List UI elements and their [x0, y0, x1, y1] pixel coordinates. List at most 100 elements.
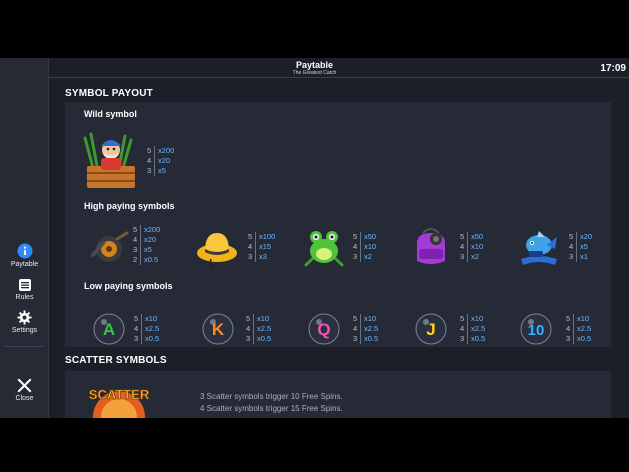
sidebar-item-label: Paytable	[10, 261, 39, 268]
symbol-letter: Q	[317, 320, 330, 339]
letter-j-bubble-icon: J	[415, 313, 447, 345]
page-title: Paytable	[295, 60, 334, 70]
payouts: 5 x200 4 x20 3 x5 2 x0.5	[133, 225, 160, 265]
payout-count: 2	[133, 255, 138, 264]
letter-k-bubble-icon: K	[202, 313, 234, 345]
payouts: 5 x10 4 x2.5 3 x0.5	[460, 314, 485, 344]
payout-count: 4	[248, 242, 253, 251]
sidebar-divider	[4, 346, 45, 347]
paytable-content[interactable]: SYMBOL PAYOUT Wild symbol 5 x200 4 x20 3…	[49, 79, 629, 418]
letter-q-bubble-icon: Q	[308, 313, 340, 345]
payout-count: 5	[460, 314, 465, 323]
letterbox-top	[0, 0, 629, 58]
payout-count: 3	[566, 334, 571, 343]
payout-count: 4	[353, 324, 358, 333]
symbol-letter: A	[103, 320, 115, 339]
payout-multiplier: x2	[364, 252, 372, 261]
payout-count: 5	[353, 232, 358, 241]
payout-count: 3	[353, 334, 358, 343]
payout-count: 4	[569, 242, 574, 251]
scatter-symbol-icon: SCATTER	[88, 387, 150, 418]
payouts: 5 x10 4 x2.5 3 x0.5	[134, 314, 159, 344]
sidebar-item-label: Settings	[11, 327, 38, 334]
payout-count: 3	[246, 334, 251, 343]
payout-count: 3	[460, 252, 465, 261]
symbol-low-10: 10 5 x10 4 x2.5 3 x0.5	[520, 313, 610, 345]
payouts: 5 x50 4 x10 3 x2	[460, 232, 483, 262]
symbol-low-j: J 5 x10 4 x2.5 3 x0.5	[415, 313, 505, 345]
game-title: The Greatest Catch	[292, 70, 337, 76]
wild-payouts: 5 x200 4 x20 3 x5	[147, 146, 174, 176]
payouts: 5 x50 4 x10 3 x2	[353, 232, 376, 262]
payout-multiplier: x50	[471, 232, 484, 241]
gear-icon	[17, 310, 32, 325]
payout-count: 3	[134, 334, 139, 343]
payout-count: 3	[460, 334, 465, 343]
payout-count: 5	[569, 232, 574, 241]
payout-multiplier: x10	[471, 314, 484, 323]
top-bar: Paytable The Greatest Catch 17:09	[0, 58, 629, 78]
payout-multiplier: x5	[158, 166, 166, 175]
fisherman-wild-icon	[83, 132, 135, 188]
sidebar-item-label: Rules	[15, 294, 34, 301]
payout-multiplier: x20	[158, 156, 171, 165]
payout-count: 5	[246, 314, 251, 323]
payout-multiplier: x2.5	[577, 324, 592, 333]
payout-count: 5	[566, 314, 571, 323]
payout-count: 4	[133, 235, 138, 244]
letter-a-bubble-icon: A	[93, 313, 125, 345]
sidebar-item-settings[interactable]: Settings	[0, 310, 49, 334]
payout-count: 5	[248, 232, 253, 241]
symbol-low-k: K 5 x10 4 x2.5 3 x0.5	[202, 313, 292, 345]
payout-multiplier: x10	[364, 314, 377, 323]
payout-multiplier: x2.5	[257, 324, 272, 333]
payouts: 5 x10 4 x2.5 3 x0.5	[566, 314, 591, 344]
payout-count: 5	[460, 232, 465, 241]
payout-count: 3	[147, 166, 152, 175]
letterbox-bottom	[0, 418, 629, 472]
payout-count: 5	[133, 225, 138, 234]
symbol-high-4: 5 x50 4 x10 3 x2	[409, 225, 505, 269]
sidebar-item-paytable[interactable]: Paytable	[0, 243, 49, 268]
svg-text:SCATTER: SCATTER	[89, 387, 150, 402]
payout-multiplier: x0.5	[577, 334, 592, 343]
payout-count: 4	[566, 324, 571, 333]
payout-count: 3	[248, 252, 253, 261]
payout-multiplier: x0.5	[364, 334, 379, 343]
symbol-high-2: 5 x100 4 x15 3 x3	[195, 225, 291, 269]
sidebar: Paytable Rules Settings Close	[0, 58, 49, 418]
payouts: 5 x100 4 x15 3 x3	[248, 232, 275, 262]
payout-multiplier: x10	[577, 314, 590, 323]
paytable-app: Paytable The Greatest Catch 17:09 Paytab…	[0, 58, 629, 418]
wild-heading: Wild symbol	[84, 109, 137, 119]
symbol-high-5: 5 x20 4 x5 3 x1	[517, 225, 613, 269]
payout-multiplier: x15	[259, 242, 272, 251]
payout-multiplier: x0.5	[145, 334, 160, 343]
payout-count: 3	[133, 245, 138, 254]
symbol-letter: J	[426, 320, 435, 339]
payout-multiplier: x2.5	[145, 324, 160, 333]
close-button[interactable]: Close	[0, 378, 49, 402]
letter-10-bubble-icon: 10	[520, 313, 552, 345]
payout-count: 5	[147, 146, 152, 155]
fish-icon	[521, 231, 557, 265]
tackle-bag-icon	[417, 228, 445, 264]
symbol-high-1: 5 x200 4 x20 3 x5 2 x0.5	[87, 225, 183, 269]
high-heading: High paying symbols	[84, 201, 175, 211]
payout-count: 5	[134, 314, 139, 323]
payout-multiplier: x10	[364, 242, 377, 251]
payout-multiplier: x200	[144, 225, 161, 234]
close-label: Close	[15, 395, 34, 402]
symbol-low-a: A 5 x10 4 x2.5 3 x0.5	[93, 313, 183, 345]
payout-count: 4	[246, 324, 251, 333]
payout-count: 5	[353, 314, 358, 323]
payout-multiplier: x0.5	[144, 255, 159, 264]
scatter-line: 4 Scatter symbols trigger 15 Free Spins.	[200, 404, 343, 413]
sidebar-item-rules[interactable]: Rules	[0, 278, 49, 301]
payout-multiplier: x0.5	[257, 334, 272, 343]
symbol-payout-panel: Wild symbol 5 x200 4 x20 3 x5 High payin…	[65, 102, 611, 347]
payouts: 5 x20 4 x5 3 x1	[569, 232, 592, 262]
info-icon	[17, 243, 32, 259]
payout-multiplier: x20	[580, 232, 593, 241]
payout-count: 4	[460, 324, 465, 333]
